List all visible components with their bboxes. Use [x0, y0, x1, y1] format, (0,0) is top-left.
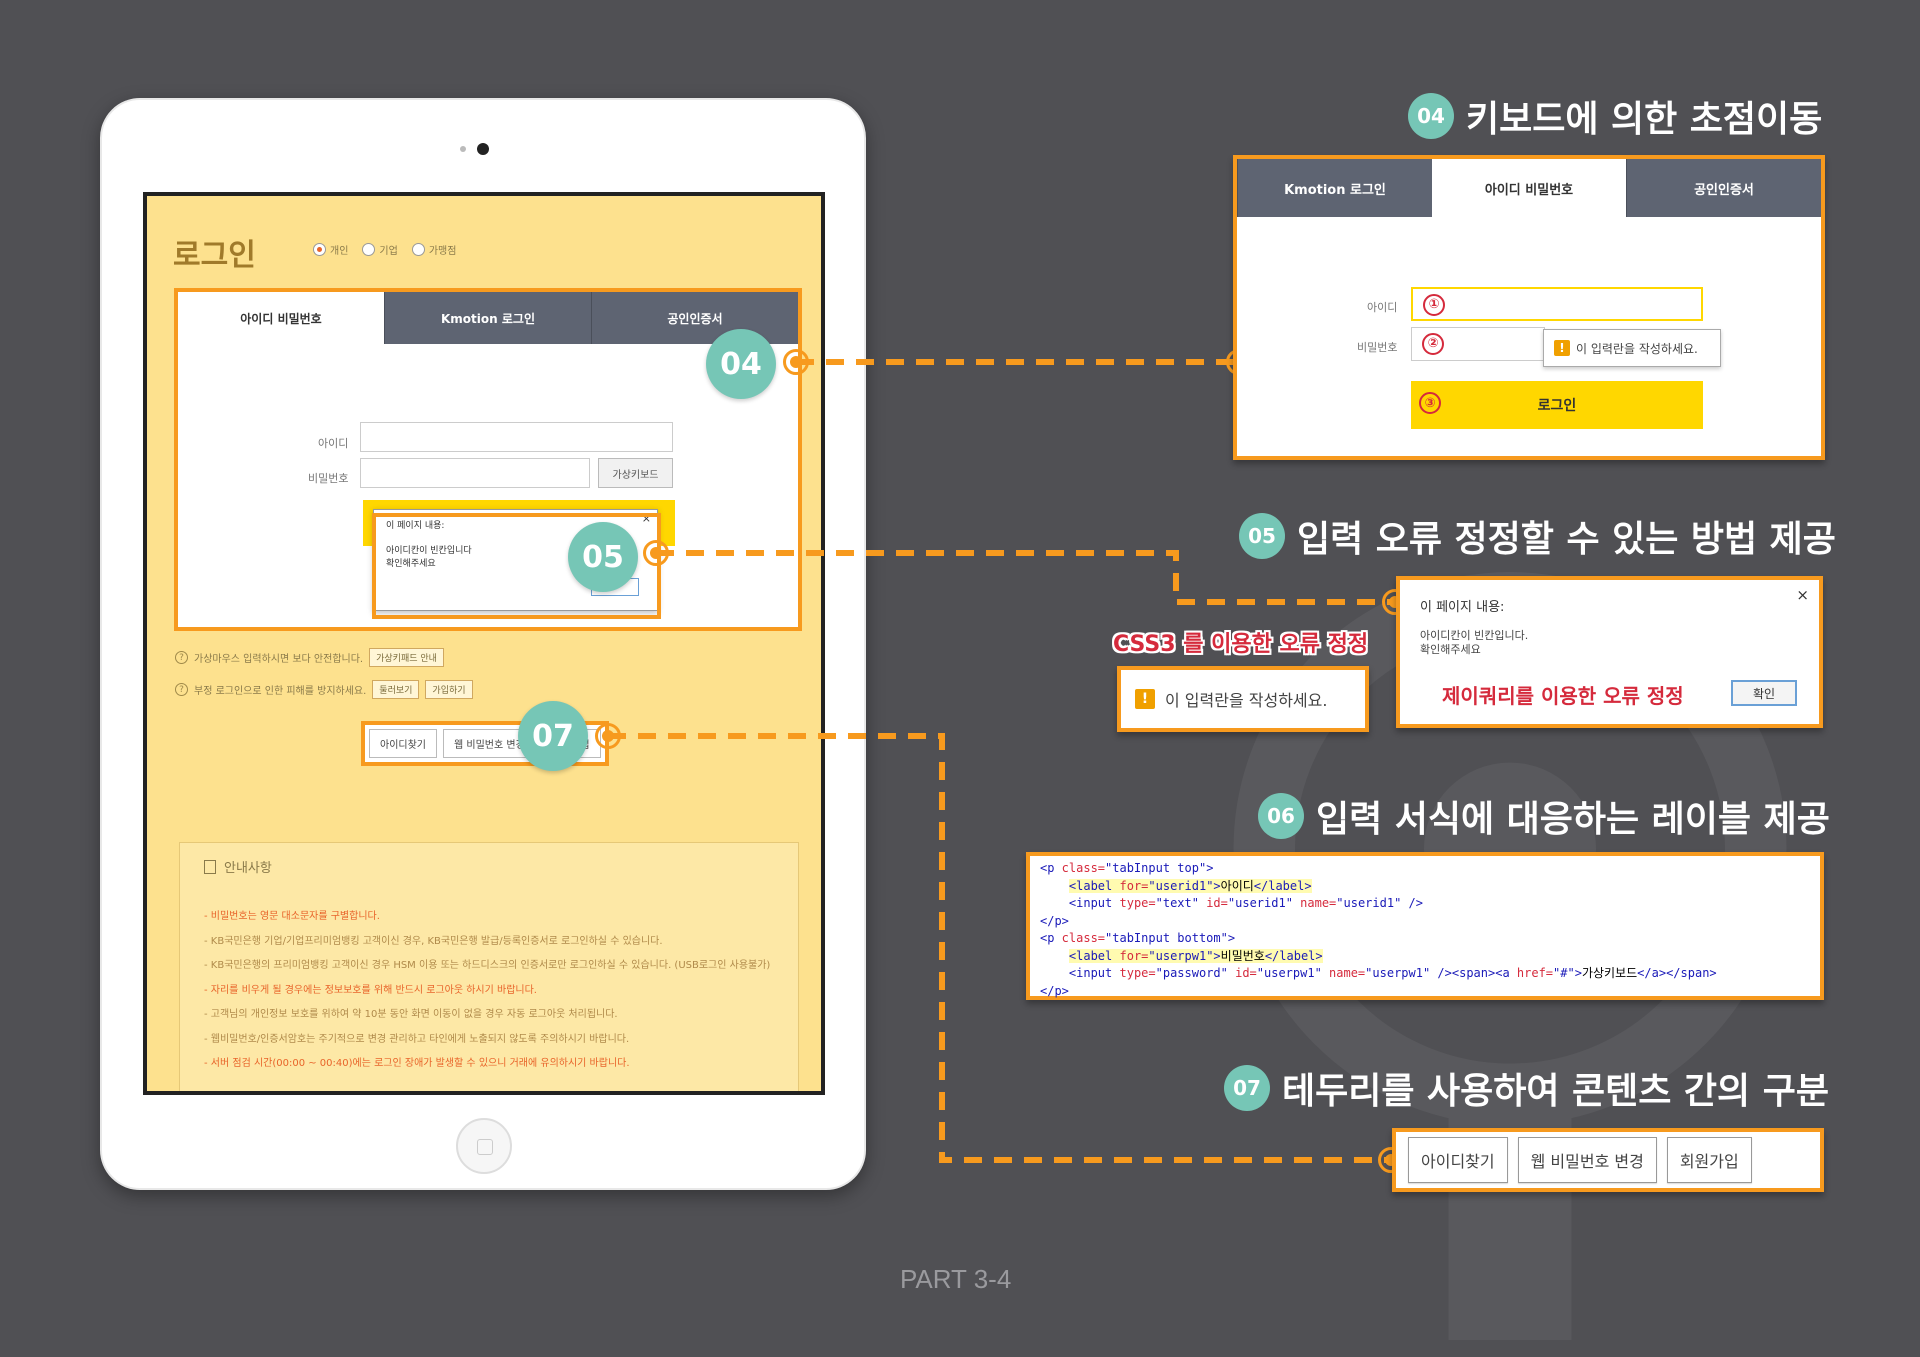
list-item: - 고객님의 개인정보 보호를 위하여 약 10분 동안 화면 이동이 없을 경… [204, 1009, 618, 1020]
step-1-marker: ① [1423, 293, 1445, 316]
code-line: <label for="userid1">아이디</label> [1068, 878, 1312, 893]
user-type-radio-group: 개인 기업 가맹점 [313, 242, 456, 257]
warning-icon: ! [1554, 340, 1570, 356]
focus-demo-tabs: Kmotion 로그인 아이디 비밀번호 공인인증서 [1237, 159, 1821, 217]
radio-icon [411, 243, 425, 256]
warning-icon: ! [1135, 689, 1155, 709]
code-line: </p> [1040, 913, 1069, 928]
list-item: - 웹비밀번호/인증서암호는 주기적으로 변경 관리하고 타인에게 노출되지 않… [204, 1033, 630, 1045]
code-line: <input type="password" id="userpw1" name… [1068, 966, 1717, 980]
id-label: 아이디 [318, 437, 349, 450]
tablet-screen: 로그인 개인 기업 가맹점 아이디 비밀번호 Kmotion 로그인 공인인증서… [143, 192, 825, 1095]
section-06-heading: 06 입력 서식에 대응하는 레이블 제공 [1258, 790, 1830, 842]
id-label: 아이디 [1367, 301, 1398, 314]
section-05-badge: 05 [1239, 513, 1285, 559]
document-icon [204, 859, 216, 874]
login-tabs: 아이디 비밀번호 Kmotion 로그인 공인인증서 [178, 292, 798, 344]
notice-list: - 비밀번호는 영문 대소문자를 구별합니다. - KB국민은행 기업/기업프리… [204, 910, 774, 1071]
id-input[interactable] [360, 422, 673, 452]
code-line: <p class="tabInput top"> [1040, 861, 1214, 875]
marker-05-anchor [643, 540, 669, 566]
virtual-keyboard-button[interactable]: 가상키보드 [598, 458, 673, 488]
marker-04: 04 [706, 329, 776, 399]
tab-id-password[interactable]: 아이디 비밀번호 [178, 292, 384, 344]
radio-option-merchant[interactable]: 가맹점 [411, 242, 456, 257]
code-line: <label for="userpw1">비밀번호</label> [1068, 948, 1323, 963]
step-2-marker: ② [1422, 332, 1444, 355]
login-title: 로그인 [173, 238, 256, 273]
id-input-focused[interactable]: ① [1411, 287, 1703, 321]
label-code-sample: <p class="tabInput top"> <label for="use… [1026, 852, 1824, 1000]
section-07-badge: 07 [1224, 1065, 1270, 1111]
marker-04-anchor [783, 349, 809, 375]
css3-correction-label: CSS3 를 이용한 오류 정정 [1113, 632, 1369, 657]
section-06-badge: 06 [1258, 793, 1304, 839]
question-icon: ? [175, 651, 188, 664]
sign-up-button[interactable]: 회원가입 [1666, 1137, 1752, 1183]
marker-07: 07 [518, 701, 588, 771]
tab-certificate[interactable]: 공인인증서 [591, 292, 798, 344]
tablet-home-button[interactable] [456, 1118, 512, 1174]
list-item: - 서버 점검 시간(00:00 ~ 00:40)에는 로그인 장애가 발생할 … [204, 1058, 630, 1069]
password-input[interactable]: ② [1411, 327, 1545, 361]
step-3-marker: ③ [1419, 392, 1441, 414]
code-line: <p class="tabInput bottom"> [1040, 931, 1236, 945]
find-id-button[interactable]: 아이디찾기 [369, 729, 437, 758]
tab-kmotion[interactable]: Kmotion 로그인 [1237, 159, 1432, 217]
validation-tooltip: ! 이 입력란을 작성하세요. [1543, 329, 1721, 367]
focus-demo-panel: Kmotion 로그인 아이디 비밀번호 공인인증서 아이디 ① 비밀번호 ② … [1233, 155, 1825, 460]
dialog-message: 아이디칸이 빈칸입니다. 확인해주세요 [1420, 629, 1529, 657]
marker-05: 05 [568, 522, 638, 592]
help-row-virtual-keypad: ? 가상마우스 입력하시면 보다 안전합니다. 가상키패드 안내 [175, 648, 444, 667]
section-05-heading: 05 입력 오류 정정할 수 있는 방법 제공 [1239, 510, 1836, 562]
question-icon: ? [175, 683, 188, 696]
css3-tooltip-demo: ! 이 입력란을 작성하세요. [1117, 666, 1369, 732]
tab-kmotion[interactable]: Kmotion 로그인 [384, 292, 591, 344]
keypad-guide-button[interactable]: 가상키패드 안내 [369, 648, 444, 667]
code-line: <input type="text" id="userid1" name="us… [1068, 896, 1423, 910]
list-item: - 자리를 비우게 될 경우에는 정보보호를 위해 반드시 로그아웃 하시기 바… [204, 984, 537, 996]
browse-button[interactable]: 둘러보기 [372, 680, 420, 699]
code-line: </p> [1040, 983, 1069, 998]
radio-option-personal[interactable]: 개인 [313, 242, 348, 257]
tab-certificate[interactable]: 공인인증서 [1626, 159, 1821, 217]
find-id-button[interactable]: 아이디찾기 [1408, 1137, 1508, 1183]
page-footer: PART 3-4 [900, 1264, 1012, 1294]
section-04-badge: 04 [1408, 93, 1454, 139]
password-input[interactable] [360, 458, 590, 488]
list-item: - KB국민은행의 프리미엄뱅킹 고객이신 경우 HSM 이용 또는 하드디스크… [204, 960, 771, 971]
list-item: - KB국민은행 기업/기업프리미엄뱅킹 고객이신 경우, KB국민은행 발급/… [204, 935, 663, 947]
list-item: - 비밀번호는 영문 대소문자를 구별합니다. [204, 911, 380, 922]
notice-box: 안내사항 - 비밀번호는 영문 대소문자를 구별합니다. - KB국민은행 기업… [179, 842, 799, 1091]
dialog-title: 이 페이지 내용: [1420, 600, 1505, 615]
radio-checked-icon [313, 243, 326, 256]
jquery-dialog-demo: × 이 페이지 내용: 아이디칸이 빈칸입니다. 확인해주세요 제이쿼리를 이용… [1396, 576, 1823, 728]
marker-07-anchor [595, 723, 621, 749]
help-row-fraud: ? 부정 로그인으로 인한 피해를 방지하세요. 둘러보기 가입하기 [175, 680, 473, 699]
radio-option-business[interactable]: 기업 [362, 242, 398, 257]
notice-title: 안내사항 [204, 857, 774, 876]
close-icon[interactable]: × [1796, 586, 1809, 604]
radio-icon [362, 243, 376, 256]
section-04-heading: 04 키보드에 의한 초점이동 [1408, 90, 1822, 142]
section-07-heading: 07 테두리를 사용하여 콘텐츠 간의 구분 [1224, 1062, 1829, 1114]
tablet-camera [477, 143, 489, 155]
tablet-sensor [460, 146, 466, 152]
tab-id-password[interactable]: 아이디 비밀번호 [1432, 159, 1626, 217]
join-button[interactable]: 가입하기 [425, 680, 473, 699]
password-label: 비밀번호 [1357, 341, 1398, 354]
bordered-buttons-demo: 아이디찾기 웹 비밀번호 변경 회원가입 [1392, 1128, 1824, 1192]
change-web-password-button[interactable]: 웹 비밀번호 변경 [1517, 1137, 1657, 1183]
jquery-correction-label: 제이쿼리를 이용한 오류 정정 [1442, 684, 1684, 708]
login-button[interactable]: ③ 로그인 [1411, 381, 1703, 429]
password-label: 비밀번호 [308, 472, 349, 485]
dialog-ok-button[interactable]: 확인 [1731, 680, 1797, 706]
